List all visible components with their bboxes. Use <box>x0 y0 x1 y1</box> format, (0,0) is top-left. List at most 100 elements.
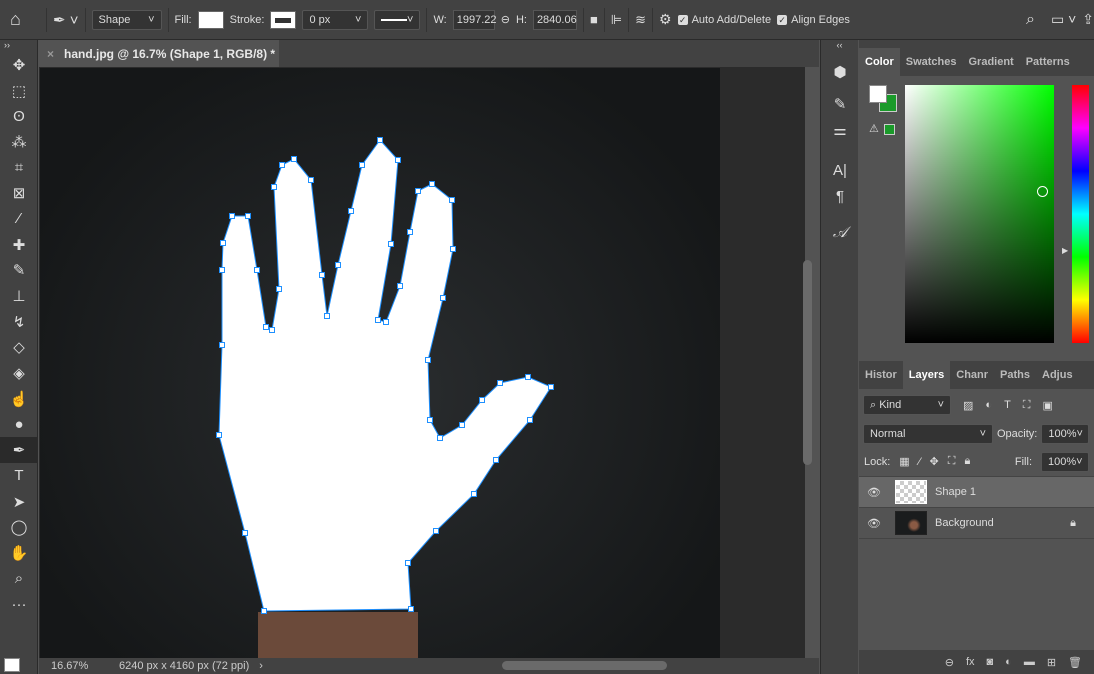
expand-icon[interactable]: ‹‹ <box>821 40 858 52</box>
group-icon[interactable]: ▬ <box>1024 656 1035 668</box>
layer-background[interactable]: 👁︎ Background 🔒︎ <box>859 508 1094 539</box>
web-safe-color[interactable] <box>884 124 895 135</box>
adjustment-filter-icon[interactable]: ◐ <box>985 399 992 411</box>
link-layers-icon[interactable]: ⊖ <box>945 656 954 669</box>
hue-slider-arrow[interactable]: ▶ <box>1062 246 1068 255</box>
anchor-point[interactable] <box>220 240 226 246</box>
anchor-point[interactable] <box>427 417 433 423</box>
anchor-point[interactable] <box>261 608 267 614</box>
anchor-point[interactable] <box>308 177 314 183</box>
hue-slider[interactable] <box>1072 85 1089 343</box>
anchor-point[interactable] <box>245 213 251 219</box>
blend-mode-dropdown[interactable]: Normal ˅ <box>863 424 993 444</box>
paragraph-icon[interactable]: ¶ <box>821 180 859 212</box>
tab-color[interactable]: Color <box>859 48 900 76</box>
lock-transparent-icon[interactable]: ▦ <box>899 455 909 468</box>
fx-icon[interactable]: fx <box>966 656 975 668</box>
color-field[interactable] <box>905 85 1054 343</box>
anchor-point[interactable] <box>388 241 394 247</box>
tab-adjus[interactable]: Adjus <box>1036 361 1079 389</box>
opacity-input[interactable]: 100% ˅ <box>1041 424 1090 444</box>
mask-icon[interactable]: ◙ <box>987 656 994 668</box>
tab-swatches[interactable]: Swatches <box>900 48 963 76</box>
tab-patterns[interactable]: Patterns <box>1020 48 1076 76</box>
anchor-point[interactable] <box>415 188 421 194</box>
anchor-point[interactable] <box>254 267 260 273</box>
anchor-point[interactable] <box>493 457 499 463</box>
anchor-point[interactable] <box>471 491 477 497</box>
hand-shape[interactable] <box>218 139 552 612</box>
new-layer-icon[interactable]: ⊞ <box>1047 656 1056 669</box>
anchor-point[interactable] <box>425 357 431 363</box>
anchor-point[interactable] <box>459 422 465 428</box>
anchor-point[interactable] <box>383 319 389 325</box>
tab-histor[interactable]: Histor <box>859 361 903 389</box>
type-filter-icon[interactable]: T <box>1004 399 1011 411</box>
tab-paths[interactable]: Paths <box>994 361 1036 389</box>
anchor-point[interactable] <box>407 229 413 235</box>
anchor-point[interactable] <box>348 208 354 214</box>
chevron-right-icon[interactable]: › <box>259 660 263 672</box>
adjustment-layer-icon[interactable]: ◐ <box>1005 656 1012 668</box>
anchor-point[interactable] <box>405 560 411 566</box>
anchor-point[interactable] <box>324 313 330 319</box>
anchor-point[interactable] <box>229 213 235 219</box>
anchor-point[interactable] <box>242 530 248 536</box>
anchor-point[interactable] <box>219 342 225 348</box>
tab-chanr[interactable]: Chanr <box>950 361 994 389</box>
anchor-point[interactable] <box>276 286 282 292</box>
zoom-level[interactable]: 16.67% <box>39 660 119 672</box>
smart-object-filter-icon[interactable]: ▣ <box>1043 399 1053 412</box>
vertical-scrollbar[interactable] <box>803 260 812 465</box>
anchor-point[interactable] <box>433 528 439 534</box>
glyphs-icon[interactable]: 𝒜 <box>821 216 859 248</box>
anchor-point[interactable] <box>395 157 401 163</box>
tab-gradient[interactable]: Gradient <box>962 48 1019 76</box>
visibility-eye-icon[interactable]: 👁︎ <box>859 517 889 530</box>
layer-shape-1[interactable]: 👁︎ Shape 1 <box>859 477 1094 508</box>
adjust-icon[interactable]: ⚌ <box>821 114 859 146</box>
anchor-point[interactable] <box>479 397 485 403</box>
tab-layers[interactable]: Layers <box>902 361 951 389</box>
anchor-point[interactable] <box>449 197 455 203</box>
lock-artboard-icon[interactable]: ⛶ <box>948 455 956 468</box>
lock-all-icon[interactable]: 🔒︎ <box>964 455 970 468</box>
anchor-point[interactable] <box>450 246 456 252</box>
shape-filter-icon[interactable]: ⛶ <box>1023 399 1031 412</box>
anchor-point[interactable] <box>263 324 269 330</box>
color-picker-marker[interactable] <box>1037 186 1048 197</box>
visibility-eye-icon[interactable]: 👁︎ <box>859 486 889 499</box>
gamut-warning-icon[interactable]: ⚠ <box>869 122 879 135</box>
anchor-point[interactable] <box>440 295 446 301</box>
lock-position-icon[interactable]: ✥ <box>930 455 939 468</box>
anchor-point[interactable] <box>548 384 554 390</box>
lock-pixels-icon[interactable]: ⁄ <box>919 456 921 468</box>
anchor-point[interactable] <box>525 374 531 380</box>
anchor-point[interactable] <box>397 283 403 289</box>
anchor-point[interactable] <box>291 156 297 162</box>
filter-kind-value: Kind <box>879 398 902 411</box>
foreground-color[interactable] <box>869 85 887 103</box>
anchor-point[interactable] <box>377 137 383 143</box>
anchor-point[interactable] <box>527 417 533 423</box>
3d-icon[interactable]: ⬢ <box>821 56 859 88</box>
horizontal-scrollbar[interactable] <box>502 661 667 670</box>
trash-icon[interactable]: 🗑︎ <box>1068 656 1082 669</box>
anchor-point[interactable] <box>335 262 341 268</box>
anchor-point[interactable] <box>269 327 275 333</box>
pixel-filter-icon[interactable]: ▨ <box>963 399 973 412</box>
anchor-point[interactable] <box>429 181 435 187</box>
anchor-point[interactable] <box>216 432 222 438</box>
layer-thumbnail <box>895 480 927 504</box>
anchor-point[interactable] <box>271 184 277 190</box>
anchor-point[interactable] <box>359 162 365 168</box>
filter-kind-dropdown[interactable]: ⌕ Kind ˅ <box>863 395 951 415</box>
anchor-point[interactable] <box>319 272 325 278</box>
fill-input[interactable]: 100% ˅ <box>1041 451 1089 472</box>
anchor-point[interactable] <box>375 317 381 323</box>
anchor-point[interactable] <box>408 606 414 612</box>
anchor-point[interactable] <box>219 267 225 273</box>
anchor-point[interactable] <box>437 435 443 441</box>
anchor-point[interactable] <box>279 162 285 168</box>
anchor-point[interactable] <box>497 380 503 386</box>
